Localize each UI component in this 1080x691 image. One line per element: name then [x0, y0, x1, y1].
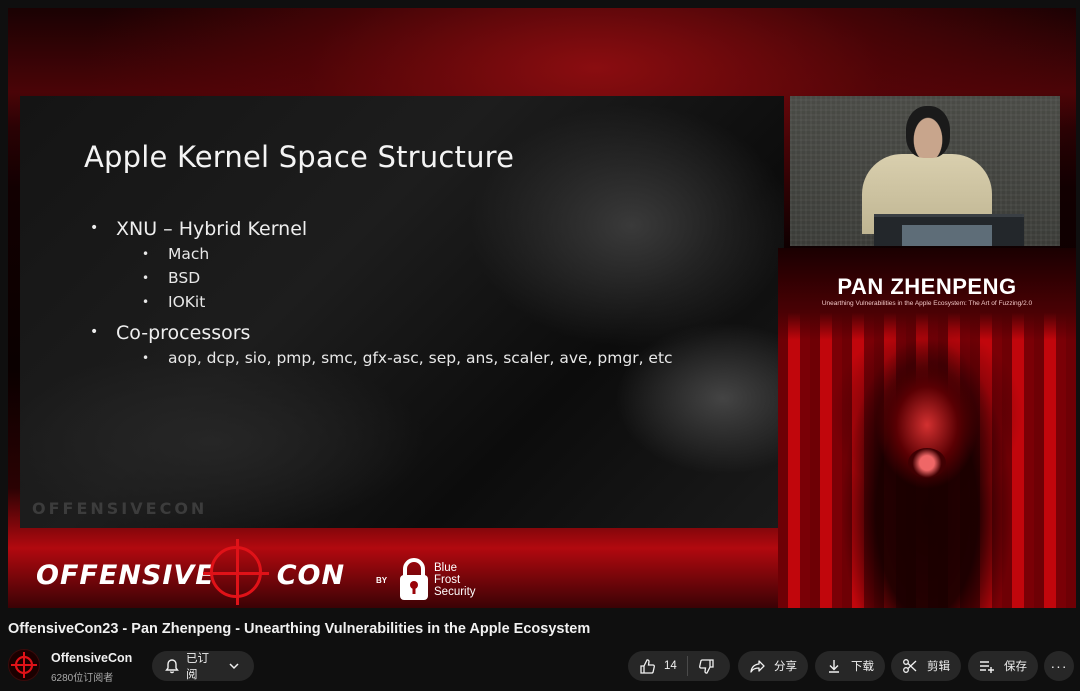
- slide-bullets: XNU – Hybrid Kernel Mach BSD IOKit Co-pr…: [90, 216, 673, 376]
- save-button[interactable]: 保存: [968, 651, 1038, 681]
- gas-mask-illustration: [908, 448, 946, 478]
- podium: [874, 214, 1024, 246]
- blue-frost-security-logo: Blue Frost Security: [434, 562, 476, 598]
- sponsor-line: Frost: [434, 574, 461, 586]
- offensivecon-logo: OFFENSIVE CON: [36, 560, 345, 591]
- subscribe-button[interactable]: 已订阅: [152, 651, 254, 681]
- like-divider: [686, 656, 688, 676]
- clip-label: 剪辑: [927, 661, 950, 673]
- clip-button[interactable]: 剪辑: [891, 651, 961, 681]
- sponsor-line: Blue: [434, 562, 458, 574]
- bullet-item: XNU – Hybrid Kernel Mach BSD IOKit: [90, 216, 673, 314]
- sponsor-line: Security: [434, 586, 476, 598]
- sub-bullet-item: aop, dcp, sio, pmp, smc, gfx-asc, sep, a…: [142, 346, 673, 370]
- like-button[interactable]: [638, 657, 656, 675]
- share-arrow-icon: [748, 657, 766, 675]
- crosshair-logo-icon: [11, 652, 37, 678]
- save-label: 保存: [1004, 661, 1027, 673]
- bullet-item: Co-processors aop, dcp, sio, pmp, smc, g…: [90, 320, 673, 370]
- logo-text-left: OFFENSIVE: [36, 560, 215, 591]
- poster-talk-subtitle: Unearthing Vulnerabilities in the Apple …: [821, 300, 1033, 307]
- dislike-button[interactable]: [698, 657, 716, 675]
- playlist-add-icon: [978, 657, 996, 675]
- presentation-slide: Apple Kernel Space Structure XNU – Hybri…: [20, 96, 784, 528]
- speaker-camera: [790, 96, 1060, 246]
- download-label: 下载: [851, 661, 874, 673]
- video-title: OffensiveCon23 - Pan Zhenpeng - Unearthi…: [8, 621, 591, 637]
- crosshair-icon: [203, 539, 269, 605]
- like-count: 14: [664, 660, 677, 672]
- speaker-poster: PAN ZHENPENG Unearthing Vulnerabilities …: [778, 248, 1076, 608]
- banner-by-text: BY: [376, 576, 388, 585]
- sub-bullet-item: Mach: [142, 242, 673, 266]
- more-actions-button[interactable]: ···: [1044, 651, 1074, 681]
- lock-icon: [400, 558, 428, 600]
- poster-speaker-name: PAN ZHENPENG: [837, 274, 1017, 299]
- bell-icon: [164, 657, 180, 675]
- thumbs-up-icon: [639, 658, 655, 674]
- share-button[interactable]: 分享: [738, 651, 808, 681]
- speaker-head: [906, 106, 950, 158]
- thumbs-down-icon: [699, 658, 714, 674]
- chevron-down-icon: [227, 657, 242, 675]
- subscribe-label: 已订阅: [186, 653, 209, 681]
- logo-text-right: CON: [276, 560, 346, 591]
- bullet-label: XNU – Hybrid Kernel: [116, 218, 308, 240]
- subscriber-count: 6280位订阅者: [51, 673, 114, 684]
- download-icon: [825, 657, 843, 675]
- video-player[interactable]: Apple Kernel Space Structure XNU – Hybri…: [8, 8, 1076, 608]
- sub-bullets: aop, dcp, sio, pmp, smc, gfx-asc, sep, a…: [116, 346, 673, 370]
- sub-bullet-item: BSD: [142, 266, 673, 290]
- sub-bullet-item: IOKit: [142, 290, 673, 314]
- download-button[interactable]: 下载: [815, 651, 885, 681]
- share-label: 分享: [774, 661, 797, 673]
- channel-avatar[interactable]: [8, 649, 40, 681]
- podium-screen: [902, 225, 992, 246]
- scissors-icon: [901, 657, 919, 675]
- bullet-label: Co-processors: [116, 322, 251, 344]
- slide-title: Apple Kernel Space Structure: [84, 140, 515, 174]
- like-dislike-bar: 14: [628, 651, 730, 681]
- sub-bullets: Mach BSD IOKit: [116, 242, 673, 314]
- channel-name[interactable]: OffensiveCon: [51, 651, 132, 665]
- slide-watermark: OFFENSIVECON: [32, 499, 208, 518]
